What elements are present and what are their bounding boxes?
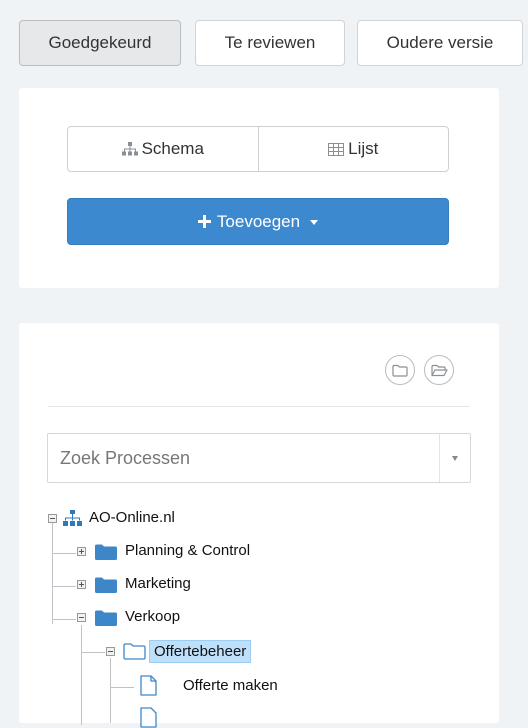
process-search-select[interactable] <box>47 433 471 483</box>
collapse-folders-button[interactable] <box>385 355 415 385</box>
chevron-down-icon[interactable] <box>439 434 470 482</box>
tree-connector <box>52 586 76 587</box>
tree-connector <box>110 687 134 688</box>
folder-icon <box>95 610 117 626</box>
sitemap-icon <box>121 142 138 156</box>
tree-connector <box>110 658 111 723</box>
tree-connector <box>81 625 82 725</box>
folder-outline-icon <box>123 643 146 660</box>
tree-connector <box>81 652 105 653</box>
schema-button[interactable]: Schema <box>68 127 258 171</box>
tree-item-offertebeheer[interactable]: Offertebeheer <box>149 640 252 663</box>
folder-icon <box>95 577 117 593</box>
view-toggle: Schema Lijst <box>67 126 449 172</box>
tab-oudere-versie[interactable]: Oudere versie <box>357 20 523 66</box>
expand-toggle[interactable] <box>77 547 86 556</box>
document-icon <box>140 707 157 728</box>
expand-toggle[interactable] <box>77 580 86 589</box>
collapse-toggle[interactable] <box>77 613 86 622</box>
plus-icon <box>197 215 211 228</box>
collapse-toggle[interactable] <box>106 647 115 656</box>
folder-icon <box>392 364 408 377</box>
tree-connector <box>52 553 76 554</box>
tree-item-planning-control[interactable]: Planning & Control <box>125 542 250 559</box>
tree-item-verkoop[interactable]: Verkoop <box>125 608 180 625</box>
tree-item-marketing[interactable]: Marketing <box>125 575 191 592</box>
tree-item-offerte-maken[interactable]: Offerte maken <box>183 677 278 694</box>
lijst-button[interactable]: Lijst <box>257 127 449 171</box>
sitemap-icon <box>63 510 82 526</box>
folder-icon <box>95 544 117 560</box>
actions-panel: Schema Lijst Toevoegen <box>19 88 499 288</box>
process-tree-panel: AO-Online.nl Planning & Control Marketin… <box>19 323 499 728</box>
tab-te-reviewen[interactable]: Te reviewen <box>195 20 345 66</box>
tab-goedgekeurd[interactable]: Goedgekeurd <box>19 20 181 66</box>
schema-label: Schema <box>141 139 204 158</box>
table-icon <box>328 142 345 156</box>
caret-down-icon <box>310 220 319 225</box>
add-button[interactable]: Toevoegen <box>67 198 449 245</box>
document-icon <box>140 675 157 696</box>
folder-open-icon <box>430 364 448 376</box>
tree-root-label[interactable]: AO-Online.nl <box>89 509 175 526</box>
divider <box>48 406 470 407</box>
collapse-toggle[interactable] <box>48 514 57 523</box>
tree-connector <box>52 619 76 620</box>
tree-connector <box>52 523 53 624</box>
add-button-label: Toevoegen <box>216 211 301 231</box>
lijst-label: Lijst <box>348 139 379 158</box>
expand-folders-button[interactable] <box>424 355 454 385</box>
search-input[interactable] <box>48 434 440 482</box>
